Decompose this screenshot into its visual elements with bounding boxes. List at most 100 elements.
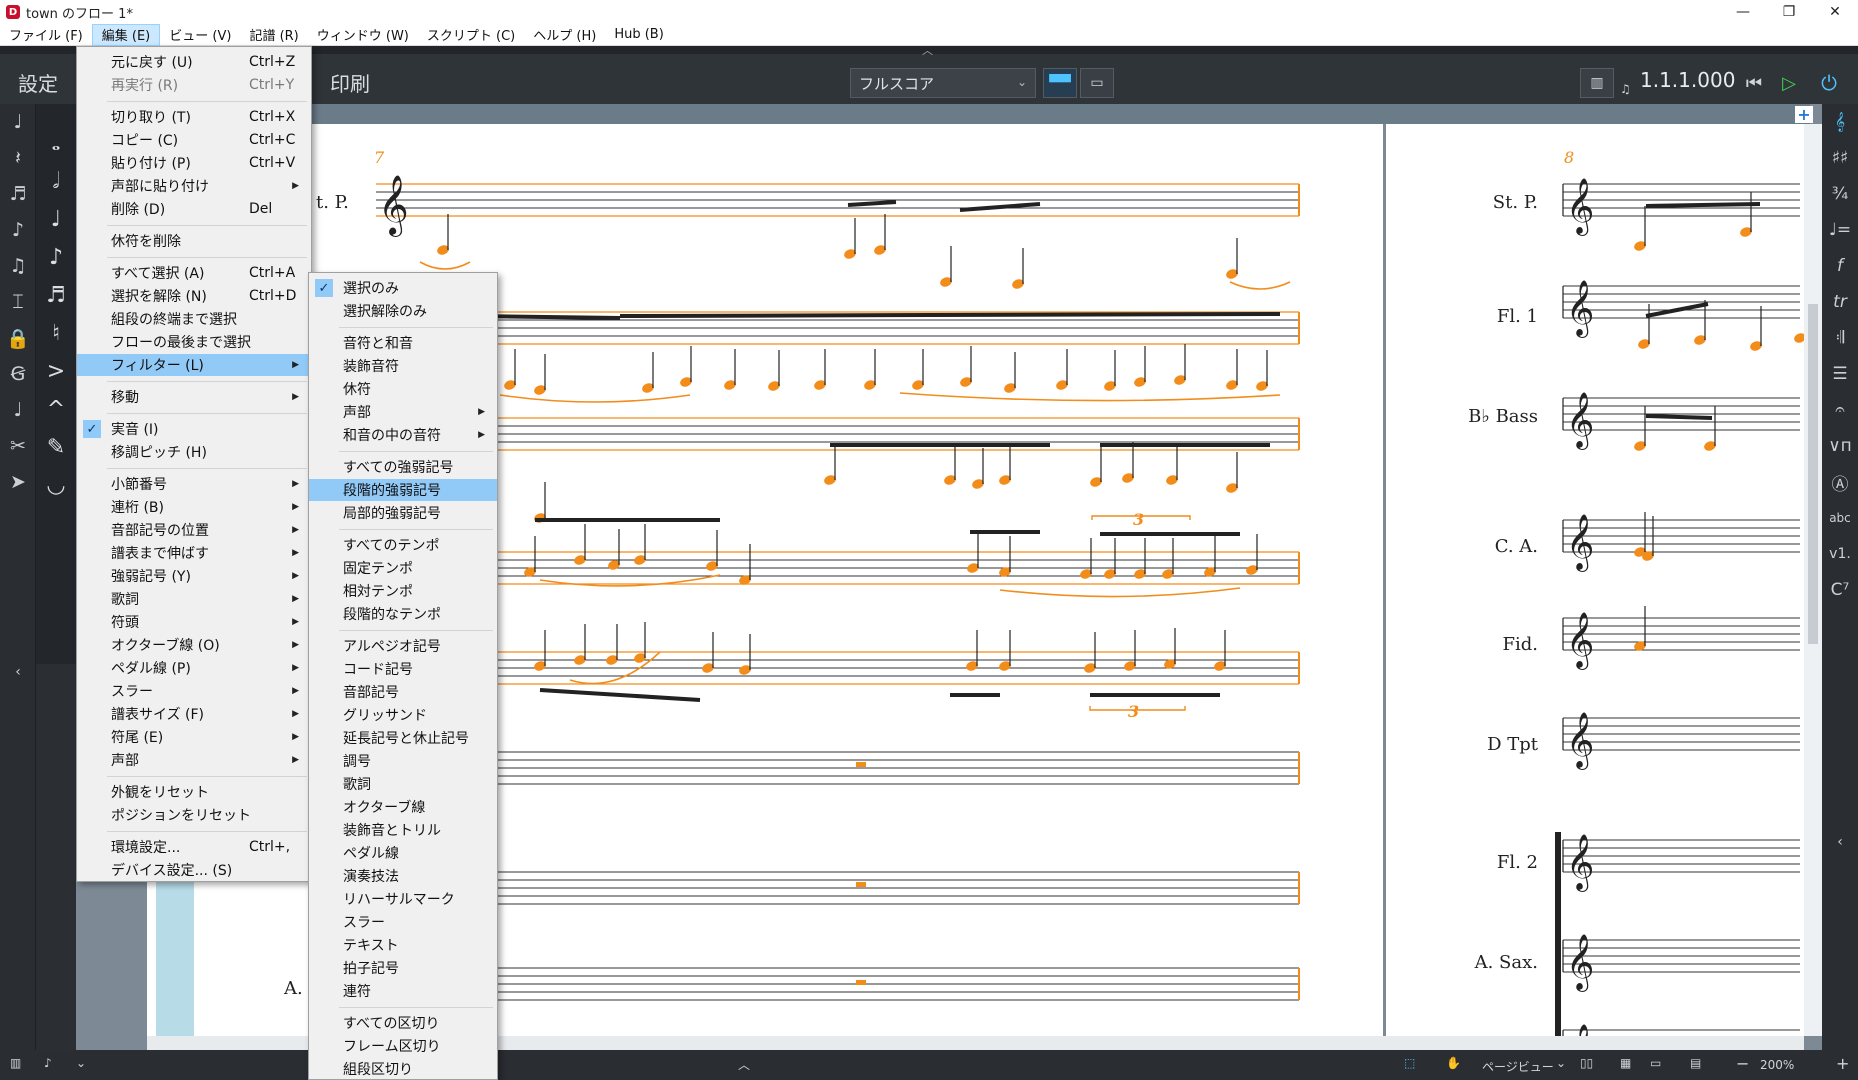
edit-menu-item[interactable]: スラー ▶	[77, 680, 311, 702]
chevron-down-icon[interactable]: ⌄	[1556, 1056, 1566, 1070]
edit-menu-item[interactable]: すべて選択 (A) Ctrl+A	[77, 262, 311, 284]
filter-menu-item[interactable]: 段階的強弱記号	[309, 479, 497, 501]
zoom-level[interactable]: 200%	[1760, 1058, 1794, 1072]
holds-icon[interactable]: 𝄐	[1822, 392, 1858, 428]
filter-menu-item[interactable]: 装飾音とトリル	[309, 819, 497, 841]
select-icon[interactable]: ⬚	[1404, 1056, 1415, 1070]
repeat-icon[interactable]: 𝄇	[1822, 320, 1858, 356]
filter-menu-item[interactable]: アルペジオ記号	[309, 635, 497, 657]
filter-menu-item[interactable]: 局部的強弱記号	[309, 502, 497, 524]
zoom-out-icon[interactable]: −	[1736, 1054, 1749, 1073]
edit-menu-item[interactable]: 移調ピッチ (H)	[77, 441, 311, 463]
edit-menu-item[interactable]: 声部 ▶	[77, 749, 311, 771]
chord-symbols-icon[interactable]: C⁷	[1822, 572, 1858, 608]
filter-menu-item[interactable]: ✓ 選択のみ	[309, 277, 497, 299]
view-select[interactable]: ページビュー	[1482, 1058, 1554, 1075]
filter-menu-item[interactable]: 選択解除のみ	[309, 300, 497, 322]
filter-menu-item[interactable]: 相対テンポ	[309, 580, 497, 602]
zoom-in-icon[interactable]: +	[1836, 1054, 1849, 1073]
edit-menu-item[interactable]: 元に戻す (U) Ctrl+Z	[77, 51, 311, 73]
collapse-right-icon[interactable]: ‹	[1822, 824, 1858, 860]
edit-menu-item[interactable]: デバイス設定... (S)	[77, 859, 311, 881]
time-signature-icon[interactable]: ¾	[1822, 176, 1858, 212]
midi-icon[interactable]: ♪	[44, 1056, 52, 1070]
edit-menu-item[interactable]: 譜表サイズ (F) ▶	[77, 703, 311, 725]
filter-menu-item[interactable]: ペダル線	[309, 842, 497, 864]
edit-menu-item[interactable]: 歌詞 ▶	[77, 588, 311, 610]
edit-menu-item[interactable]: 切り取り (T) Ctrl+X	[77, 106, 311, 128]
filter-menu-item[interactable]: スラー	[309, 911, 497, 933]
edit-menu-item[interactable]: 外観をリセット	[77, 781, 311, 803]
filter-menu-item[interactable]: 固定テンポ	[309, 557, 497, 579]
hand-icon[interactable]: ✋	[1446, 1056, 1461, 1070]
menu-item-label: 局部的強弱記号	[343, 506, 441, 522]
edit-menu-item[interactable]: 声部に貼り付け ▶	[77, 175, 311, 197]
page-arrangement-icon[interactable]: ▯▯	[1580, 1056, 1593, 1070]
scrollbar-thumb[interactable]	[1808, 304, 1818, 644]
edit-menu-item[interactable]: フローの最後まで選択	[77, 331, 311, 353]
edit-menu-item[interactable]: 譜表まで伸ばす ▶	[77, 542, 311, 564]
vertical-scrollbar[interactable]	[1804, 124, 1822, 1036]
key-signature-icon[interactable]: ♯♯	[1822, 140, 1858, 176]
chevron-down-icon[interactable]: ⌄	[76, 1056, 86, 1070]
edit-menu-item[interactable]: 削除 (D) Del	[77, 198, 311, 220]
filter-menu-item[interactable]: すべての強弱記号	[309, 456, 497, 478]
filter-menu-item[interactable]: テキスト	[309, 934, 497, 956]
note-panel-icon[interactable]: ▥	[10, 1056, 21, 1070]
filter-menu-item[interactable]: 装飾音符	[309, 355, 497, 377]
dorico-window: D town のフロー 1* — ❐ ✕ ファイル (F) 編集 (E) ビュー…	[0, 0, 1858, 1080]
edit-menu-item[interactable]: 強弱記号 (Y) ▶	[77, 565, 311, 587]
edit-menu-item[interactable]: 符頭 ▶	[77, 611, 311, 633]
edit-menu-item[interactable]: オクターブ線 (O) ▶	[77, 634, 311, 656]
filter-menu-item[interactable]: 歌詞	[309, 773, 497, 795]
ornaments-icon[interactable]: tr	[1822, 284, 1858, 320]
filter-menu-item[interactable]: グリッサンド	[309, 704, 497, 726]
edit-menu-item[interactable]: コピー (C) Ctrl+C	[77, 129, 311, 151]
filter-menu-item[interactable]: 音部記号	[309, 681, 497, 703]
text-icon[interactable]: Ⓐ	[1822, 464, 1858, 500]
edit-menu-item[interactable]: 小節番号 ▶	[77, 473, 311, 495]
tempo-icon[interactable]: ♩=	[1822, 212, 1858, 248]
filter-menu-item[interactable]: 和音の中の音符 ▶	[309, 424, 497, 446]
edit-menu-item[interactable]: ✓ 実音 (I)	[77, 418, 311, 440]
filter-menu-item[interactable]: リハーサルマーク	[309, 888, 497, 910]
edit-menu-item[interactable]: ポジションをリセット	[77, 804, 311, 826]
edit-menu-item[interactable]: 貼り付け (P) Ctrl+V	[77, 152, 311, 174]
fit-icon[interactable]: ▤	[1690, 1056, 1701, 1070]
filter-menu-item[interactable]: すべての区切り	[309, 1012, 497, 1034]
figured-bass-icon[interactable]: v1.	[1822, 536, 1858, 572]
filter-menu-item[interactable]: 声部 ▶	[309, 401, 497, 423]
edit-menu-item[interactable]: 休符を削除	[77, 230, 311, 252]
filter-menu-item[interactable]: 延長記号と休止記号	[309, 727, 497, 749]
edit-menu-item[interactable]: 環境設定... Ctrl+,	[77, 836, 311, 858]
edit-menu-item[interactable]: 音部記号の位置 ▶	[77, 519, 311, 541]
edit-menu-item[interactable]: 連桁 (B) ▶	[77, 496, 311, 518]
edit-menu-item[interactable]: 符尾 (E) ▶	[77, 726, 311, 748]
edit-menu-item[interactable]: フィルター (L) ▶	[77, 354, 311, 376]
filter-menu-item[interactable]: すべてのテンポ	[309, 534, 497, 556]
filter-menu-item[interactable]: 休符	[309, 378, 497, 400]
lyrics-icon[interactable]: abc	[1822, 500, 1858, 536]
filter-menu-item[interactable]: 段階的なテンポ	[309, 603, 497, 625]
dynamics-icon[interactable]: f	[1822, 248, 1858, 284]
spreads-icon[interactable]: ▦	[1620, 1056, 1631, 1070]
playing-techniques-icon[interactable]: ∨п	[1822, 428, 1858, 464]
single-page-icon[interactable]: ▭	[1650, 1056, 1661, 1070]
filter-menu-item[interactable]: 拍子記号	[309, 957, 497, 979]
bars-icon[interactable]: ☰	[1822, 356, 1858, 392]
edit-menu-item[interactable]: 組段の終端まで選択	[77, 308, 311, 330]
filter-menu-item[interactable]: 組段区切り	[309, 1058, 497, 1080]
filter-menu-item[interactable]: 音符と和音	[309, 332, 497, 354]
expand-bottom-icon[interactable]: ︿	[738, 1056, 750, 1073]
edit-menu-item[interactable]: 選択を解除 (N) Ctrl+D	[77, 285, 311, 307]
clef-icon[interactable]: 𝄞	[1822, 104, 1858, 140]
filter-menu-item[interactable]: 演奏技法	[309, 865, 497, 887]
filter-menu-item[interactable]: フレーム区切り	[309, 1035, 497, 1057]
filter-menu-item[interactable]: オクターブ線	[309, 796, 497, 818]
filter-menu-item[interactable]: 連符	[309, 980, 497, 1002]
edit-menu-item[interactable]: ペダル線 (P) ▶	[77, 657, 311, 679]
menu-item-label: テキスト	[343, 938, 399, 954]
filter-menu-item[interactable]: 調号	[309, 750, 497, 772]
edit-menu-item[interactable]: 移動 ▶	[77, 386, 311, 408]
filter-menu-item[interactable]: コード記号	[309, 658, 497, 680]
